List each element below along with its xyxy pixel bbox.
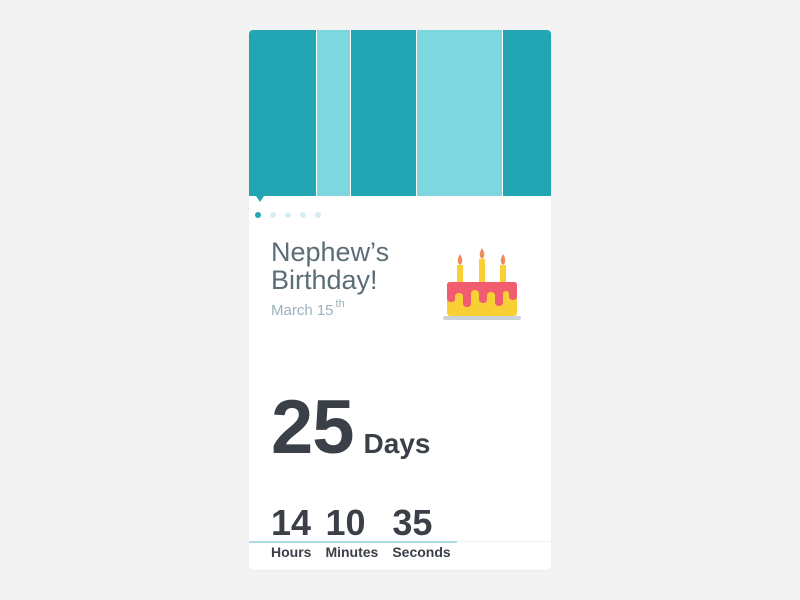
candle-flame <box>457 254 463 265</box>
cake-plate <box>443 316 521 320</box>
carousel-dot[interactable] <box>285 212 291 218</box>
carousel-dot[interactable] <box>255 212 261 218</box>
progress-fill <box>249 541 458 543</box>
carousel-dot[interactable] <box>300 212 306 218</box>
banner-stripe <box>249 30 316 196</box>
event-date-main: March 15 <box>271 302 334 319</box>
banner-stripe <box>351 30 416 196</box>
minutes-value: 10 <box>325 502 366 543</box>
minutes-label: Minutes <box>325 544 379 560</box>
event-title: Nephew’s Birthday! <box>271 237 390 295</box>
candle <box>457 265 463 282</box>
time-countdown: 14 Hours 10 Minutes 35 Seconds <box>271 502 451 561</box>
header-banner <box>249 30 551 196</box>
hours-label: Hours <box>271 544 312 560</box>
countdown-card[interactable]: Nephew’s Birthday! March 15th 25 Days 14… <box>249 30 551 570</box>
days-value: 25 <box>271 385 355 470</box>
event-date: March 15th <box>271 298 345 319</box>
carousel-pagination <box>255 212 321 218</box>
seconds-value: 35 <box>392 502 433 543</box>
candle-flame <box>500 254 506 265</box>
minutes-block: 10 Minutes <box>325 502 379 561</box>
candle <box>479 259 485 282</box>
carousel-dot[interactable] <box>315 212 321 218</box>
days-label: Days <box>363 428 431 459</box>
progress-track <box>249 541 551 543</box>
banner-stripe <box>503 30 551 196</box>
candle-flame <box>479 248 485 259</box>
seconds-label: Seconds <box>392 544 451 560</box>
carousel-dot[interactable] <box>270 212 276 218</box>
days-countdown: 25 Days <box>271 386 430 470</box>
candle <box>500 265 506 282</box>
hours-value: 14 <box>271 502 312 543</box>
birthday-cake-icon <box>443 248 521 320</box>
hours-block: 14 Hours <box>271 502 312 561</box>
active-slide-pointer <box>256 196 264 202</box>
banner-stripe <box>417 30 502 196</box>
seconds-block: 35 Seconds <box>392 502 451 561</box>
event-date-suffix: th <box>335 298 345 310</box>
banner-stripe <box>317 30 350 196</box>
